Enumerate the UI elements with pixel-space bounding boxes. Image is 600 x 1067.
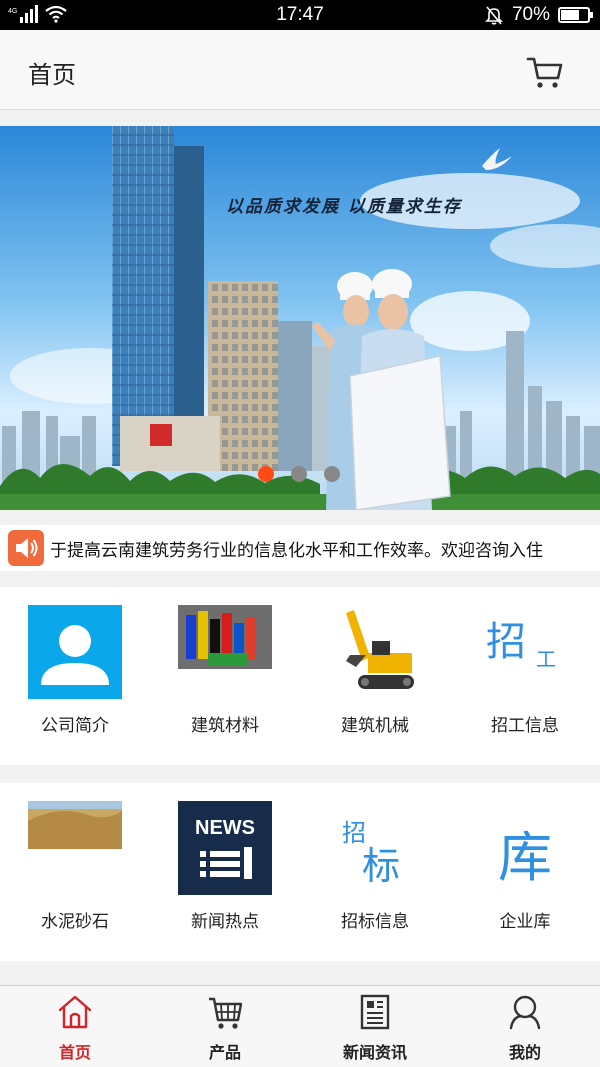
shopping-cart-icon — [209, 997, 243, 1029]
category-label: 建筑材料 — [191, 716, 259, 736]
nav-label: 产品 — [208, 1043, 241, 1062]
nav-item-home[interactable]: 首页 — [0, 986, 150, 1067]
notice-bar[interactable]: 于提高云南建筑劳务行业的信息化水平和工作效率。欢迎咨询入住 — [0, 525, 600, 571]
nav-item-mine[interactable]: 我的 — [450, 986, 600, 1067]
carousel-dot-2[interactable] — [291, 466, 307, 482]
nav-label: 我的 — [508, 1043, 541, 1062]
carousel-dot-1[interactable] — [258, 466, 274, 482]
notice-text: 于提高云南建筑劳务行业的信息化水平和工作效率。欢迎咨询入住 — [50, 541, 543, 561]
sand-gravel-icon — [28, 801, 122, 849]
category-construction-machinery[interactable]: 建筑机械 — [300, 587, 450, 765]
company-profile-icon — [28, 605, 122, 699]
category-enterprise-library[interactable]: 库 企业库 — [450, 783, 600, 961]
recruitment-glyph-1: 招 — [486, 619, 526, 665]
news-icon: NEWS — [178, 801, 272, 895]
banner-image — [0, 126, 600, 510]
carousel-dot-3[interactable] — [324, 466, 340, 482]
nav-item-news[interactable]: 新闻资讯 — [300, 986, 450, 1067]
user-icon — [509, 995, 541, 1030]
seagull-icon — [482, 148, 512, 170]
enterprise-glyph: 库 — [498, 826, 552, 889]
category-grid-row-2: 水泥砂石 NEWS 新闻热点 招 标 招标信息 库 企业库 — [0, 783, 600, 961]
category-label: 招标信息 — [341, 912, 409, 932]
category-news-hot[interactable]: NEWS 新闻热点 — [150, 783, 300, 961]
tender-glyph-2: 标 — [362, 844, 401, 888]
building-materials-icon — [178, 605, 272, 669]
tender-icon: 招 标 — [328, 801, 422, 895]
newspaper-icon — [360, 994, 390, 1030]
banner-carousel[interactable]: 以品质求发展 以质量求生存 — [0, 126, 600, 510]
bottom-nav: 首页 产品 新闻资讯 我的 — [0, 985, 600, 1067]
speaker-icon — [8, 530, 44, 566]
banner-slogan: 以品质求发展 以质量求生存 — [226, 197, 462, 217]
category-grid-row-1: 公司简介 建筑材料 建筑机械 招 工 招工信息 — [0, 587, 600, 765]
category-company-profile[interactable]: 公司简介 — [0, 587, 150, 765]
category-label: 公司简介 — [41, 716, 109, 736]
recruitment-glyph-2: 工 — [536, 647, 556, 671]
enterprise-library-icon: 库 — [478, 801, 572, 895]
cart-icon[interactable] — [526, 54, 564, 90]
recruitment-icon: 招 工 — [478, 605, 572, 699]
battery-percent: 70% — [511, 4, 550, 25]
category-label: 建筑机械 — [341, 716, 409, 736]
category-tender[interactable]: 招 标 招标信息 — [300, 783, 450, 961]
nav-label: 新闻资讯 — [342, 1043, 407, 1062]
carousel-indicators — [258, 466, 340, 482]
category-building-materials[interactable]: 建筑材料 — [150, 587, 300, 765]
category-label: 水泥砂石 — [41, 912, 109, 932]
battery-icon — [558, 7, 593, 23]
battery-fill — [561, 10, 580, 20]
home-icon — [58, 995, 92, 1029]
category-sand-gravel[interactable]: 水泥砂石 — [0, 783, 150, 961]
status-bar: 4G 17:47 70% — [0, 0, 600, 30]
nav-item-products[interactable]: 产品 — [150, 986, 300, 1067]
category-label: 招工信息 — [491, 716, 559, 736]
news-lines-icon — [200, 847, 252, 879]
status-right: 70% — [484, 4, 593, 26]
page-title: 首页 — [28, 61, 76, 89]
mute-bell-icon — [485, 6, 503, 25]
app-header: 首页 — [0, 30, 600, 110]
category-recruitment[interactable]: 招 工 招工信息 — [450, 587, 600, 765]
category-label: 新闻热点 — [191, 912, 259, 932]
nav-label: 首页 — [58, 1043, 91, 1062]
excavator-icon — [346, 610, 414, 689]
category-label: 企业库 — [499, 912, 551, 932]
